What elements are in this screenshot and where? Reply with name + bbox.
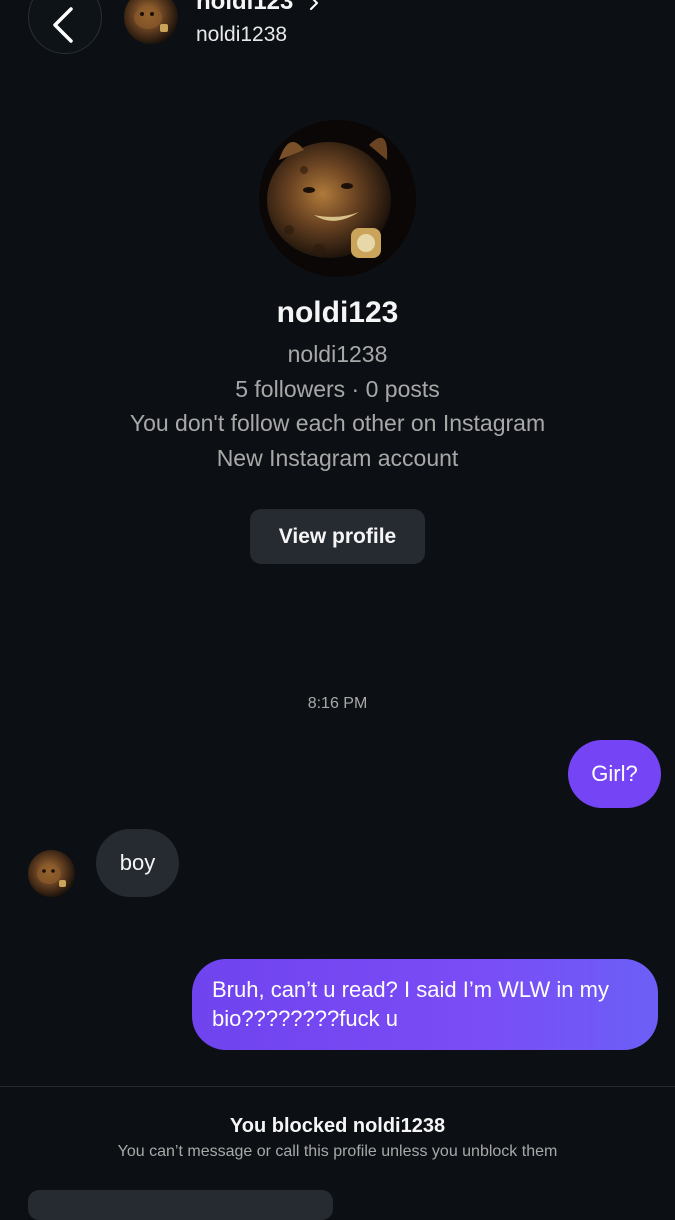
profile-stats: 5 followers · 0 posts <box>235 376 440 402</box>
follow-status: You don't follow each other on Instagram <box>129 410 546 436</box>
back-button[interactable] <box>28 0 102 54</box>
unblock-button[interactable] <box>28 1190 333 1220</box>
message-bubble-outgoing[interactable]: Girl? <box>568 740 661 808</box>
message-bubble-incoming[interactable]: boy <box>96 829 179 897</box>
chat-header: noldi123 noldi1238 <box>0 0 675 70</box>
sender-avatar[interactable] <box>28 850 75 897</box>
divider <box>0 1086 675 1087</box>
profile-name: noldi123 <box>276 296 399 329</box>
header-username[interactable]: noldi123 <box>196 0 293 16</box>
chevron-right-icon[interactable] <box>308 0 320 12</box>
blocked-title: You blocked noldi1238 <box>229 1115 446 1137</box>
header-avatar[interactable] <box>124 0 178 44</box>
chevron-left-icon <box>53 7 73 43</box>
message-timestamp: 8:16 PM <box>307 695 368 712</box>
view-profile-button[interactable]: View profile <box>250 509 425 564</box>
profile-handle: noldi1238 <box>287 341 388 367</box>
message-bubble-outgoing[interactable]: Bruh, can’t u read? I said I’m WLW in my… <box>192 959 658 1050</box>
header-handle: noldi1238 <box>196 23 288 46</box>
account-note: New Instagram account <box>216 445 459 471</box>
blocked-subtitle: You can’t message or call this profile u… <box>117 1143 558 1160</box>
profile-avatar[interactable] <box>259 120 416 277</box>
